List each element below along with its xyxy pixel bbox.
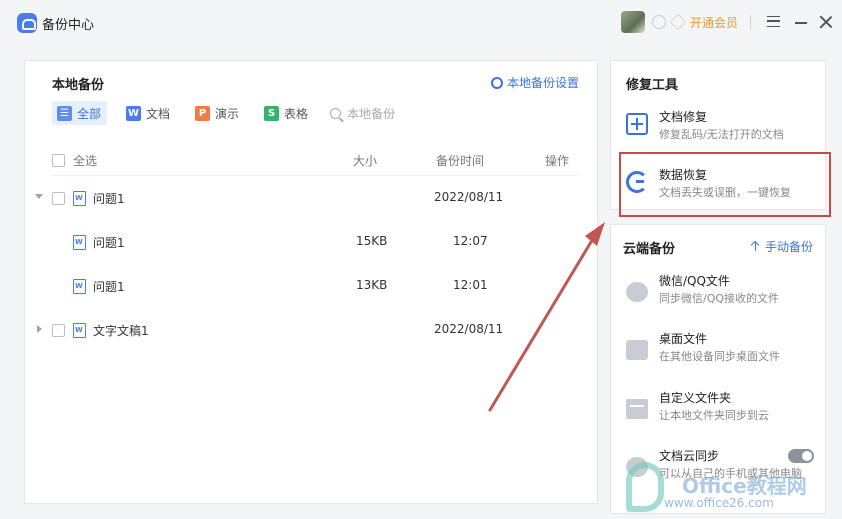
table-row[interactable]: 问题1 2022/08/11 <box>25 183 597 213</box>
tool-title: 数据恢复 <box>659 168 708 182</box>
repair-tools-panel: 修复工具 文档修复 修复乱码/无法打开的文档 数据恢复 文档丢失或误删，一键恢复 <box>610 60 826 210</box>
cloud-backup-title: 云端备份 <box>623 242 676 257</box>
local-backup-panel: 本地备份 本地备份设置 ☰ 全部 W 文档 P 演示 S 表格 本地备份 全选 … <box>24 60 598 504</box>
column-select-all[interactable]: 全选 <box>73 152 97 169</box>
local-backup-title: 本地备份 <box>52 78 105 93</box>
filter-doc-label: 文档 <box>146 106 171 121</box>
search-icon <box>330 107 342 119</box>
row-checkbox[interactable] <box>52 192 65 205</box>
column-size: 大小 <box>353 154 378 168</box>
titlebar-divider <box>750 15 751 30</box>
tool-subtitle: 修复乱码/无法打开的文档 <box>659 128 784 141</box>
desktop-files-item[interactable]: 桌面文件 在其他设备同步桌面文件 <box>611 324 825 380</box>
open-membership-link[interactable]: 开通会员 <box>690 14 738 31</box>
document-repair-item[interactable]: 文档修复 修复乱码/无法打开的文档 <box>611 99 825 155</box>
custom-folder-item[interactable]: 自定义文件夹 让本地文件夹同步到云 <box>611 383 825 439</box>
menu-icon[interactable] <box>767 16 780 27</box>
cloud-item-subtitle: 让本地文件夹同步到云 <box>659 409 769 422</box>
tool-title: 文档修复 <box>659 110 708 124</box>
repair-tools-title: 修复工具 <box>626 78 679 93</box>
tool-subtitle: 文档丢失或误删，一键恢复 <box>659 186 791 199</box>
column-actions: 操作 <box>545 154 570 168</box>
close-icon[interactable] <box>819 15 833 29</box>
filter-doc[interactable]: W 文档 <box>121 101 176 125</box>
backup-time: 2022/08/11 <box>434 322 504 336</box>
filter-all[interactable]: ☰ 全部 <box>52 101 108 125</box>
word-file-icon <box>73 323 86 338</box>
spreadsheet-icon: S <box>264 105 280 121</box>
file-name: 文字文稿1 <box>93 324 149 338</box>
column-backup-time: 备份时间 <box>436 154 485 168</box>
manual-backup-button[interactable]: 手动备份 <box>751 238 813 255</box>
select-all-checkbox[interactable] <box>52 154 65 167</box>
filter-xls-label: 表格 <box>284 106 309 121</box>
word-doc-icon: W <box>126 105 142 121</box>
document-repair-icon <box>626 113 648 135</box>
minimize-icon[interactable] <box>795 22 807 24</box>
search-placeholder: 本地备份 <box>347 106 396 121</box>
local-backup-settings-label: 本地备份设置 <box>506 76 579 90</box>
filter-ppt[interactable]: P 演示 <box>190 101 245 125</box>
local-backup-search[interactable]: 本地备份 <box>330 101 395 125</box>
word-file-icon <box>73 279 86 294</box>
file-size: 15KB <box>356 234 388 248</box>
table-header: 全选 大小 备份时间 操作 <box>25 149 597 171</box>
gear-icon <box>490 76 503 89</box>
file-size: 13KB <box>356 278 388 292</box>
file-name: 问题1 <box>93 236 125 250</box>
filter-ppt-label: 演示 <box>215 106 240 121</box>
cloud-item-title: 文档云同步 <box>659 449 720 463</box>
cloud-sync-toggle[interactable] <box>788 449 814 463</box>
word-file-icon <box>73 235 86 250</box>
filter-tabs: ☰ 全部 W 文档 P 演示 S 表格 本地备份 <box>52 101 395 125</box>
cloud-item-title: 自定义文件夹 <box>659 391 732 405</box>
expand-arrow-icon[interactable] <box>37 325 42 333</box>
file-name: 问题1 <box>93 192 125 206</box>
data-recovery-icon <box>626 171 648 193</box>
document-cloud-sync-item[interactable]: 文档云同步 可以从自己的手机或其他电脑 <box>611 441 825 497</box>
manual-backup-label: 手动备份 <box>764 240 813 254</box>
data-recovery-item[interactable]: 数据恢复 文档丢失或误删，一键恢复 <box>611 157 825 213</box>
cloud-item-title: 微信/QQ文件 <box>659 274 730 288</box>
all-files-icon: ☰ <box>57 105 72 121</box>
membership-badge-icon[interactable] <box>652 15 666 29</box>
cloud-backup-panel: 云端备份 手动备份 微信/QQ文件 同步微信/QQ接收的文件 桌面文件 在其他设… <box>610 224 826 514</box>
word-file-icon <box>73 191 86 206</box>
upload-icon <box>751 241 761 252</box>
window-title: 备份中心 <box>42 18 95 33</box>
title-bar: 备份中心 开通会员 <box>0 0 842 46</box>
wechat-qq-files-item[interactable]: 微信/QQ文件 同步微信/QQ接收的文件 <box>611 266 825 322</box>
file-name: 问题1 <box>93 280 125 294</box>
folder-icon <box>626 399 648 419</box>
diamond-badge-icon[interactable] <box>669 13 687 31</box>
filter-all-label: 全部 <box>77 106 102 121</box>
local-backup-settings-button[interactable]: 本地备份设置 <box>490 74 579 91</box>
table-row[interactable]: 问题1 13KB 12:01 <box>25 271 597 301</box>
app-logo-icon <box>17 13 37 33</box>
backup-time: 2022/08/11 <box>434 190 504 204</box>
table-row[interactable]: 文字文稿1 2022/08/11 <box>25 315 597 345</box>
avatar[interactable] <box>621 11 645 33</box>
header-divider <box>51 175 579 176</box>
chat-icon <box>626 282 648 302</box>
cloud-item-subtitle: 可以从自己的手机或其他电脑 <box>659 467 802 480</box>
cloud-sync-icon <box>626 457 648 477</box>
cloud-item-subtitle: 在其他设备同步桌面文件 <box>659 350 780 363</box>
cloud-item-title: 桌面文件 <box>659 332 708 346</box>
presentation-icon: P <box>195 105 211 121</box>
collapse-arrow-icon[interactable] <box>35 194 43 199</box>
cloud-item-subtitle: 同步微信/QQ接收的文件 <box>659 292 780 305</box>
row-checkbox[interactable] <box>52 324 65 337</box>
backup-time: 12:07 <box>453 234 488 248</box>
filter-xls[interactable]: S 表格 <box>259 101 314 125</box>
table-row[interactable]: 问题1 15KB 12:07 <box>25 227 597 257</box>
desktop-icon <box>626 340 648 360</box>
backup-time: 12:01 <box>453 278 488 292</box>
